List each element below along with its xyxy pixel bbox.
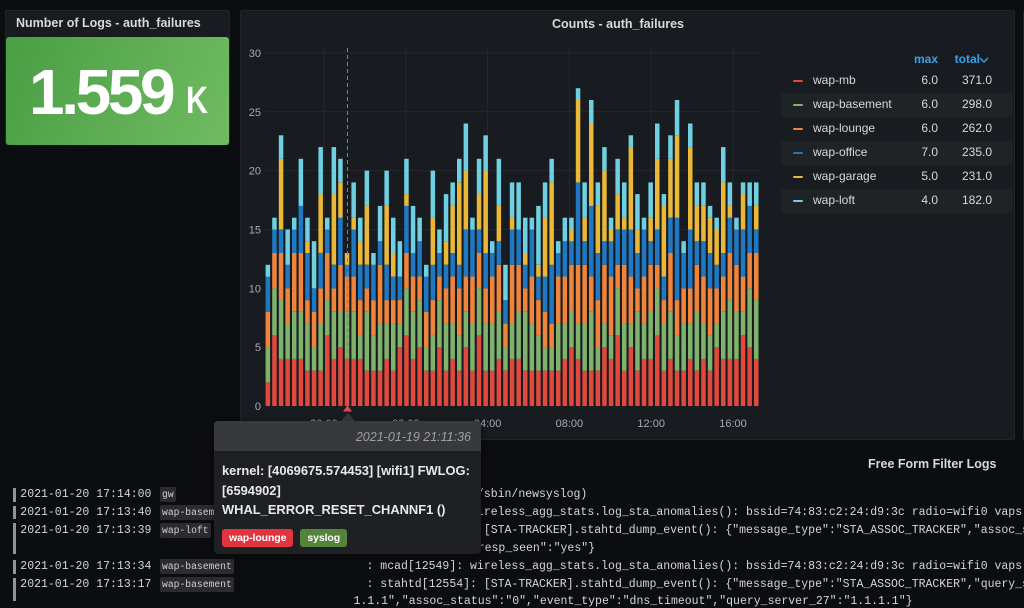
svg-text:25: 25 xyxy=(249,107,261,119)
svg-text:10: 10 xyxy=(249,283,261,295)
svg-text:20: 20 xyxy=(249,166,261,178)
svg-text:30: 30 xyxy=(249,48,261,60)
svg-text:15: 15 xyxy=(249,225,261,237)
svg-text:0: 0 xyxy=(255,401,261,413)
svg-text:16:00: 16:00 xyxy=(719,418,747,430)
svg-text:08:00: 08:00 xyxy=(556,418,584,430)
svg-text:12:00: 12:00 xyxy=(637,418,665,430)
svg-text:5: 5 xyxy=(255,342,261,354)
